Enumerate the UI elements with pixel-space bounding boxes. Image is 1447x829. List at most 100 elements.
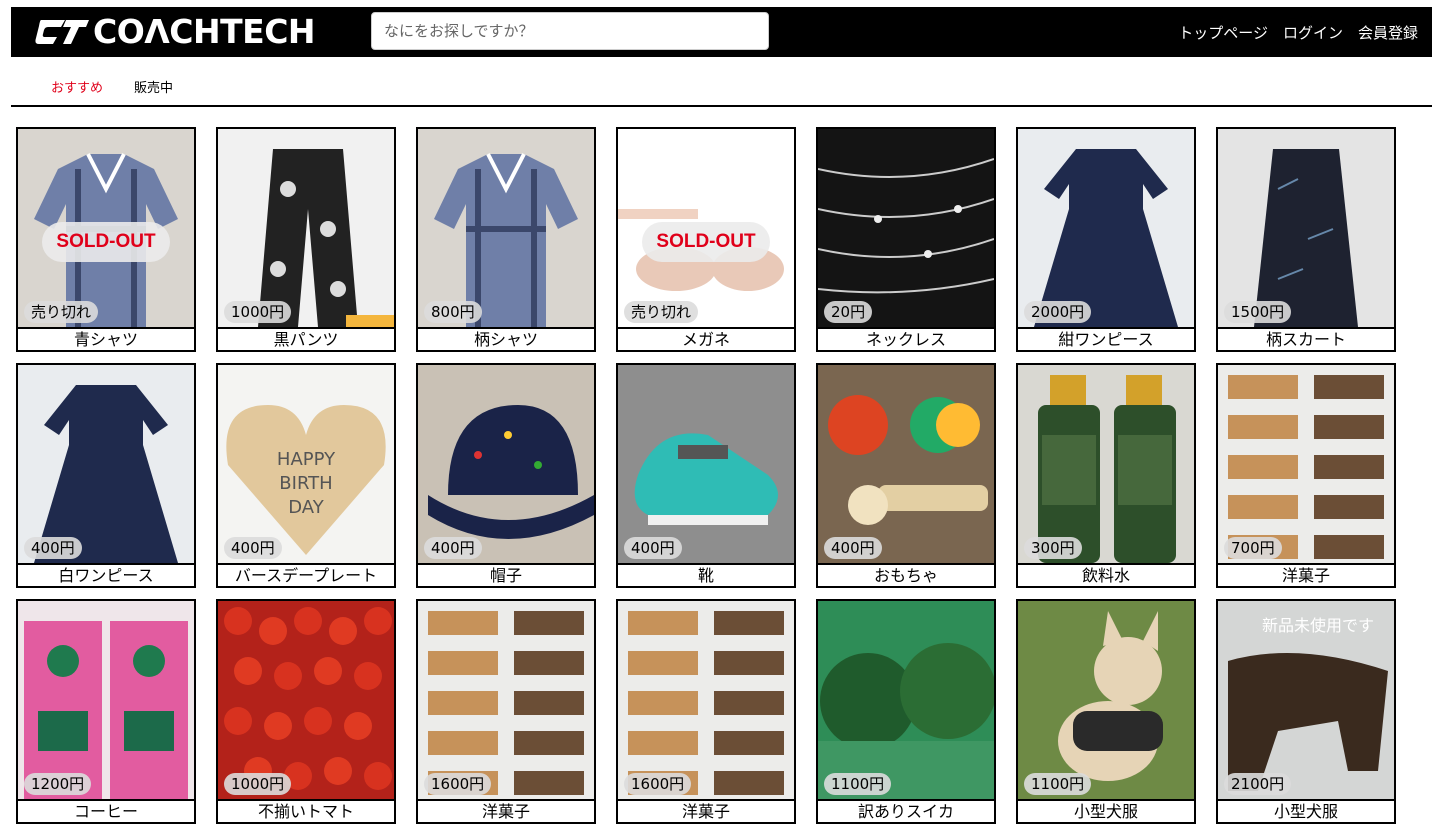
product-card[interactable]: 売り切れ SOLD-OUT 青シャツ (16, 127, 196, 352)
product-card[interactable]: 300円 飲料水 (1016, 363, 1196, 588)
price-badge: 800円 (424, 301, 482, 323)
site-header: COΛCHTECH トップページ ログイン 会員登録 (11, 7, 1432, 57)
product-name[interactable]: 飲料水 (1016, 565, 1196, 588)
price-badge: 1000円 (224, 301, 292, 323)
sold-out-badge: SOLD-OUT (642, 222, 770, 262)
product-card[interactable]: 400円帽子 (416, 363, 596, 588)
product-card[interactable]: 700円 洋菓子 (1216, 363, 1396, 588)
product-card[interactable]: 800円柄シャツ (416, 127, 596, 352)
product-card[interactable]: HAPPY BIRTH DAY 400円バースデープレート (216, 363, 396, 588)
product-image[interactable]: 1600円 (616, 599, 796, 801)
product-name[interactable]: 柄シャツ (416, 329, 596, 352)
product-name[interactable]: メガネ (616, 329, 796, 352)
product-name[interactable]: コーヒー (16, 801, 196, 824)
product-name[interactable]: 洋菓子 (616, 801, 796, 824)
product-image[interactable]: 新品未使用です 2100円 (1216, 599, 1396, 801)
toy-icon (818, 365, 994, 563)
product-card[interactable]: 400円靴 (616, 363, 796, 588)
product-card[interactable]: 20円 ネックレス (816, 127, 996, 352)
product-name[interactable]: 訳ありスイカ (816, 801, 996, 824)
product-image[interactable]: 20円 (816, 127, 996, 329)
product-image[interactable]: 300円 (1016, 363, 1196, 565)
product-grid: 売り切れ SOLD-OUT 青シャツ 1000円 黒パンツ 800円 柄シャツ 売り切れ SOL… (16, 127, 1416, 824)
tab-recommended[interactable]: おすすめ (51, 77, 103, 96)
product-image[interactable]: 700円 (1216, 363, 1396, 565)
product-card[interactable]: 1100円 小型犬服 (1016, 599, 1196, 824)
price-badge: 2000円 (1024, 301, 1092, 323)
product-image[interactable]: 1100円 (1016, 599, 1196, 801)
price-badge: 1100円 (824, 773, 892, 795)
product-image[interactable]: 400円 (616, 363, 796, 565)
product-name[interactable]: 洋菓子 (1216, 565, 1396, 588)
product-name[interactable]: ネックレス (816, 329, 996, 352)
product-name[interactable]: バースデープレート (216, 565, 396, 588)
product-card[interactable]: 400円 おもちゃ (816, 363, 996, 588)
product-card[interactable]: 新品未使用です 2100円 小型犬服 (1216, 599, 1396, 824)
product-image[interactable]: 400円 (16, 363, 196, 565)
sweets-icon (1218, 365, 1394, 563)
ct-logo-icon (35, 20, 89, 44)
product-card[interactable]: 2000円紺ワンピース (1016, 127, 1196, 352)
product-name[interactable]: おもちゃ (816, 565, 996, 588)
product-card[interactable]: 400円 白ワンピース (16, 363, 196, 588)
product-card[interactable]: 1500円柄スカート (1216, 127, 1396, 352)
dog-icon (1018, 601, 1194, 799)
dog-clothes-icon: 新品未使用です (1218, 601, 1394, 799)
product-image[interactable]: 400円 (816, 363, 996, 565)
product-name[interactable]: 紺ワンピース (1016, 329, 1196, 352)
product-name[interactable]: 柄スカート (1216, 329, 1396, 352)
svg-text:BIRTH: BIRTH (279, 473, 332, 494)
product-image[interactable]: 800円 (416, 127, 596, 329)
product-name[interactable]: 靴 (616, 565, 796, 588)
search-input[interactable] (371, 12, 769, 50)
product-image[interactable]: 1100円 (816, 599, 996, 801)
product-image[interactable]: 1200円 (16, 599, 196, 801)
coachtech-logo[interactable]: COΛCHTECH (35, 13, 316, 51)
hat-icon (418, 365, 594, 563)
product-name[interactable]: 帽子 (416, 565, 596, 588)
product-image[interactable]: HAPPY BIRTH DAY 400円 (216, 363, 396, 565)
product-image[interactable]: 2000円 (1016, 127, 1196, 329)
product-name[interactable]: 白ワンピース (16, 565, 196, 588)
tab-on-sale[interactable]: 販売中 (134, 77, 173, 96)
pants-icon (218, 129, 394, 327)
product-card[interactable]: 1000円不揃いトマト (216, 599, 396, 824)
product-image[interactable]: 売り切れ SOLD-OUT (16, 127, 196, 329)
product-image[interactable]: 1000円 (216, 127, 396, 329)
svg-text:HAPPY: HAPPY (277, 449, 336, 470)
price-badge: 1600円 (624, 773, 692, 795)
product-card[interactable]: 1600円洋菓子 (616, 599, 796, 824)
product-name[interactable]: 小型犬服 (1016, 801, 1196, 824)
shirt-icon (418, 129, 594, 327)
header-nav: トップページ ログイン 会員登録 (1178, 7, 1418, 57)
product-image[interactable]: 400円 (416, 363, 596, 565)
price-badge: 1500円 (1224, 301, 1292, 323)
product-image[interactable]: 1500円 (1216, 127, 1396, 329)
price-badge: 400円 (424, 537, 482, 559)
price-badge: 2100円 (1224, 773, 1292, 795)
product-card[interactable]: 1100円訳ありスイカ (816, 599, 996, 824)
product-image[interactable]: 1000円 (216, 599, 396, 801)
product-image[interactable]: 売り切れ SOLD-OUT (616, 127, 796, 329)
product-name[interactable]: 不揃いトマト (216, 801, 396, 824)
plate-icon: HAPPY BIRTH DAY (218, 365, 394, 563)
product-card[interactable]: 1600円 洋菓子 (416, 599, 596, 824)
tomato-icon (218, 601, 394, 799)
svg-text:DAY: DAY (288, 497, 324, 518)
product-name[interactable]: 青シャツ (16, 329, 196, 352)
product-card[interactable]: 売り切れ SOLD-OUT メガネ (616, 127, 796, 352)
price-badge: 400円 (224, 537, 282, 559)
product-name[interactable]: 小型犬服 (1216, 801, 1396, 824)
product-name[interactable]: 洋菓子 (416, 801, 596, 824)
login-link[interactable]: ログイン (1283, 22, 1343, 43)
shoe-icon (618, 365, 794, 563)
product-card[interactable]: 1000円黒パンツ (216, 127, 396, 352)
register-link[interactable]: 会員登録 (1358, 22, 1418, 43)
product-card[interactable]: 1200円 コーヒー (16, 599, 196, 824)
product-name[interactable]: 黒パンツ (216, 329, 396, 352)
skirt-icon (1218, 129, 1394, 327)
product-image[interactable]: 1600円 (416, 599, 596, 801)
coffee-icon (18, 601, 194, 799)
top-page-link[interactable]: トップページ (1178, 22, 1268, 43)
price-badge: 1000円 (224, 773, 292, 795)
